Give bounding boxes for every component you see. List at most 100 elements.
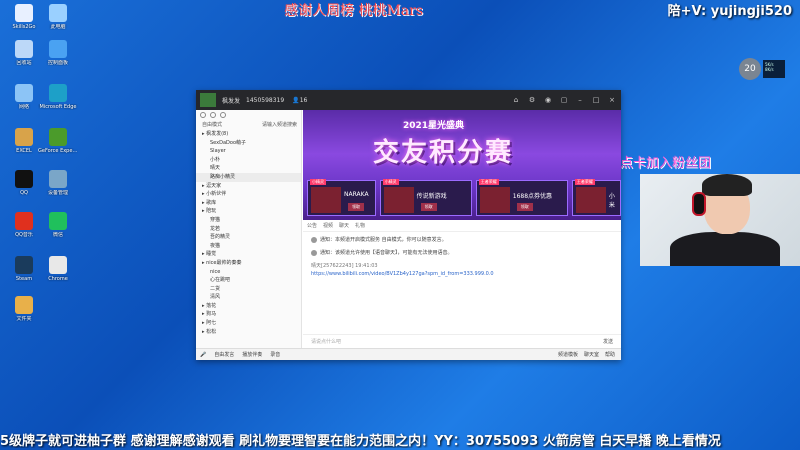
promo-claim-button[interactable]: 领取 — [516, 203, 533, 211]
close-icon[interactable]: × — [607, 95, 617, 105]
channel-item[interactable]: 二货 — [196, 285, 301, 294]
channel-item[interactable]: SexDaDoo萌子 — [196, 139, 301, 148]
channel-item[interactable]: ▸ 小新伙伴 — [196, 190, 301, 199]
bottom-item-free-speak[interactable]: 自由发言 — [214, 351, 234, 358]
desktop-icon[interactable]: 微信 — [38, 212, 78, 238]
promo-card[interactable]: 小精灵 NARAKA 领取 — [307, 179, 376, 216]
bottom-item-chatroom[interactable]: 聊天室 — [584, 351, 599, 358]
channel-item[interactable]: ▸ 阿七 — [196, 319, 301, 328]
desktop-icon[interactable]: Microsoft Edge — [38, 84, 78, 110]
channel-item[interactable]: ▸ nice最帅的秦秦 — [196, 259, 301, 268]
content-tab[interactable]: 聊天 — [339, 222, 349, 229]
event-banner[interactable]: 2021星光盛典 交友积分赛 小精灵 NARAKA 领取 小精灵 传说新游戏 领取 王者荣耀… — [303, 110, 621, 220]
promo-thumb — [479, 187, 510, 213]
app-icon — [49, 84, 67, 102]
mode-row[interactable]: 自由模式 请输入频道搜索 — [196, 120, 301, 130]
promo-card[interactable]: 王者荣耀 1688点券优惠 领取 — [475, 179, 568, 216]
mic-icon[interactable]: 🎤 — [200, 352, 206, 358]
refresh-icon[interactable] — [210, 112, 216, 118]
desktop-icon[interactable]: Chrome — [38, 256, 78, 282]
channel-item[interactable]: 龙若 — [196, 225, 301, 234]
channel-item[interactable]: ▸ 睡觉 — [196, 250, 301, 259]
channel-item[interactable]: 晴天 — [196, 164, 301, 173]
app-icon — [49, 40, 67, 58]
maximize-icon[interactable]: □ — [591, 95, 601, 105]
channel-label: ▸ 狗马 — [202, 311, 217, 318]
folder-icon[interactable]: ▢ — [559, 95, 569, 105]
home-icon[interactable]: ⌂ — [511, 95, 521, 105]
channel-label: SexDaDoo萌子 — [210, 139, 247, 146]
content-tab[interactable]: 视频 — [323, 222, 333, 229]
bottom-item-record[interactable]: 录音 — [270, 351, 280, 358]
desktop-icon[interactable]: 文件夹 — [4, 296, 44, 322]
channel-item[interactable]: 路痴小精灵 — [196, 172, 301, 182]
desktop-icon[interactable]: 设备管理 — [38, 170, 78, 196]
send-button[interactable]: 发送 — [603, 338, 613, 345]
channel-item[interactable]: ▸ 陪玩 — [196, 207, 301, 216]
chat-input[interactable]: 请说点什么吧 — [311, 338, 341, 345]
channel-item[interactable]: ▸ 逗天家 — [196, 182, 301, 191]
channel-label: nice — [210, 268, 221, 275]
channel-label: 龙若 — [210, 225, 221, 232]
desktop-icon[interactable]: 此电脑 — [38, 4, 78, 30]
channel-item[interactable]: ▸ 歌库 — [196, 199, 301, 208]
app-icon — [49, 170, 67, 188]
bottom-item-accompaniment[interactable]: 播放伴奏 — [242, 351, 262, 358]
channel-item[interactable]: ▸ 松松 — [196, 328, 301, 337]
promo-thumb — [311, 187, 341, 213]
content-tabs: 公告 视频 聊天 礼物 — [303, 220, 621, 232]
channel-item[interactable]: 清风 — [196, 293, 301, 302]
promo-claim-button[interactable]: 领取 — [420, 203, 437, 211]
minimize-icon[interactable]: – — [575, 95, 585, 105]
channel-label: 夜猫 — [210, 242, 221, 249]
fans-text: 点卡加入粉丝团 — [620, 156, 712, 171]
desktop-icon-label: Chrome — [48, 276, 68, 282]
channel-item[interactable]: nice — [196, 268, 301, 277]
channel-item[interactable]: ▸ 狗马 — [196, 310, 301, 319]
content-tab[interactable]: 公告 — [307, 222, 317, 229]
channel-search[interactable]: 请输入频道搜索 — [262, 120, 297, 130]
gamepad-icon[interactable]: ◉ — [543, 95, 553, 105]
message-text: 通知：本频道开启模式服务 自由模式，你可以随意发言。 — [320, 237, 447, 243]
chat-link[interactable]: https://www.bilibili.com/video/BV1Zb4y12… — [311, 271, 613, 277]
settings-icon[interactable] — [220, 112, 226, 118]
channel-item[interactable]: Slayer — [196, 147, 301, 156]
channel-item[interactable]: ▸ 枫发发(8) — [196, 130, 301, 139]
channel-item[interactable]: ▸ 落花 — [196, 302, 301, 311]
settings-icon[interactable]: ⚙ — [527, 95, 537, 105]
user-id: 1450598319 — [246, 96, 285, 104]
channel-label: 路痴小精灵 — [210, 173, 236, 180]
window-titlebar[interactable]: 枫发发 1450598319 👤 16 ⌂ ⚙ ◉ ▢ – □ × — [196, 90, 621, 110]
channel-item[interactable]: 小朴 — [196, 156, 301, 165]
search-icon[interactable] — [200, 112, 206, 118]
channel-label: 二货 — [210, 285, 221, 292]
bottom-item-template[interactable]: 频道模板 — [558, 351, 578, 358]
desktop-icon-label: 文件夹 — [16, 316, 32, 322]
channel-item[interactable]: 穿猫 — [196, 216, 301, 225]
desktop-icon-label: Microsoft Edge — [39, 104, 77, 110]
app-icon — [49, 256, 67, 274]
avatar[interactable] — [200, 93, 216, 107]
channel-label: ▸ 逗天家 — [202, 182, 222, 189]
info-icon — [311, 249, 317, 256]
promo-name: 小米 — [608, 193, 615, 209]
notification-bubble[interactable]: 20 — [739, 58, 761, 80]
content-tab[interactable]: 礼物 — [355, 222, 365, 229]
app-icon — [15, 84, 33, 102]
promo-thumb — [383, 187, 414, 213]
app-icon — [49, 4, 67, 22]
channel-item[interactable]: 心在跳吧 — [196, 276, 301, 285]
contact-text: 陪+V: yujingji520 — [667, 4, 792, 19]
channel-item[interactable]: 夜猫 — [196, 242, 301, 251]
channel-item[interactable]: 吾的精灵 — [196, 233, 301, 242]
promo-name: 传说新游戏 — [416, 193, 447, 200]
channel-label: ▸ 陪玩 — [202, 208, 217, 215]
promo-claim-button[interactable]: 领取 — [348, 203, 364, 211]
desktop-icon[interactable]: GeForce Experience — [38, 128, 78, 154]
desktop-icon-label: 此电脑 — [50, 24, 66, 30]
bottom-item-help[interactable]: 帮助 — [605, 351, 615, 358]
desktop-icon[interactable]: 控制面板 — [38, 40, 78, 66]
promo-card[interactable]: 王者荣耀 小米 — [571, 179, 621, 216]
promo-card[interactable]: 小精灵 传说新游戏 领取 — [379, 179, 472, 216]
chat-input-bar[interactable]: 请说点什么吧 发送 — [303, 334, 621, 348]
